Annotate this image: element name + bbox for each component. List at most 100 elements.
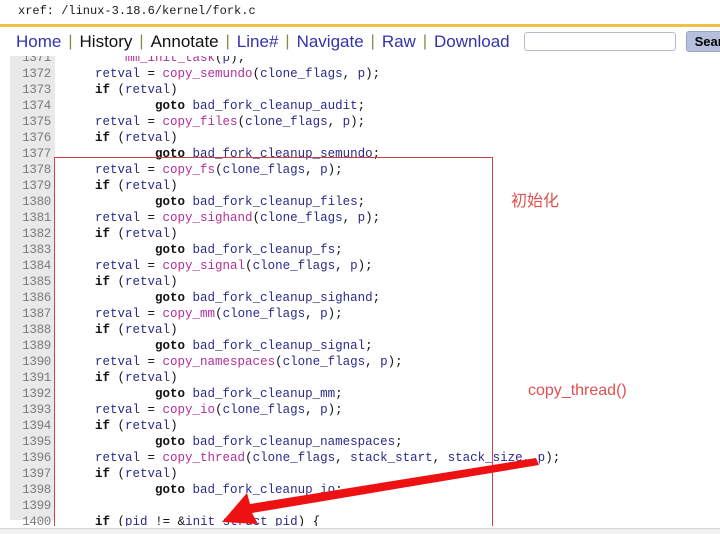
line-number[interactable]: 1371	[10, 56, 55, 66]
code-line-text: if (pid != &init_struct_pid) {	[95, 515, 321, 526]
code-line: 1397 if (retval)	[0, 466, 720, 482]
code-line: 1372 retval = copy_semundo(clone_flags, …	[0, 66, 720, 82]
code-line-text: retval = copy_io(clone_flags, p);	[95, 403, 343, 417]
line-number[interactable]: 1397	[10, 466, 55, 482]
code-line-text: retval = copy_sighand(clone_flags, p);	[95, 211, 381, 225]
code-line-text: goto bad_fork_cleanup_io;	[155, 483, 343, 497]
source-code-viewport: 1371 mm_init_task(p); 1372 retval = copy_…	[0, 56, 720, 526]
code-line-text: retval = copy_namespaces(clone_flags, p)…	[95, 355, 403, 369]
line-number[interactable]: 1399	[10, 498, 55, 514]
code-line: 1387 retval = copy_mm(clone_flags, p);	[0, 306, 720, 322]
line-number[interactable]: 1391	[10, 370, 55, 386]
code-line-text: retval = copy_mm(clone_flags, p);	[95, 307, 343, 321]
menu-item-download[interactable]: Download	[428, 32, 516, 52]
code-line: 1393 retval = copy_io(clone_flags, p);	[0, 402, 720, 418]
code-line: 1389 goto bad_fork_cleanup_signal;	[0, 338, 720, 354]
line-number[interactable]: 1388	[10, 322, 55, 338]
code-line: 1398 goto bad_fork_cleanup_io;	[0, 482, 720, 498]
code-line-text: retval = copy_signal(clone_flags, p);	[95, 259, 373, 273]
line-number[interactable]: 1398	[10, 482, 55, 498]
footer-strip	[0, 528, 720, 534]
line-number[interactable]: 1389	[10, 338, 55, 354]
code-line-text: mm_init_task(p);	[125, 56, 246, 65]
code-line: 1381 retval = copy_sighand(clone_flags, …	[0, 210, 720, 226]
line-number[interactable]: 1377	[10, 146, 55, 162]
menu-item-navigate[interactable]: Navigate	[291, 32, 370, 52]
code-line: 1399	[0, 498, 720, 514]
menu-item-history[interactable]: History	[74, 32, 139, 52]
menu-item-annotate[interactable]: Annotate	[145, 32, 225, 52]
code-line-text: if (retval)	[95, 179, 178, 193]
menu-item-line-number[interactable]: Line#	[231, 32, 285, 52]
line-number[interactable]: 1381	[10, 210, 55, 226]
code-line-text: goto bad_fork_cleanup_sighand;	[155, 291, 381, 305]
code-line-text: goto bad_fork_cleanup_semundo;	[155, 147, 381, 161]
code-line-text: goto bad_fork_cleanup_signal;	[155, 339, 373, 353]
search-button[interactable]: Search	[685, 31, 720, 52]
line-number[interactable]: 1376	[10, 130, 55, 146]
code-line-text: retval = copy_semundo(clone_flags, p);	[95, 67, 381, 81]
code-line: 1373 if (retval)	[0, 82, 720, 98]
line-number[interactable]: 1384	[10, 258, 55, 274]
code-line: 1379 if (retval)	[0, 178, 720, 194]
code-line: 1376 if (retval)	[0, 130, 720, 146]
line-number[interactable]: 1372	[10, 66, 55, 82]
code-line-text: if (retval)	[95, 371, 178, 385]
line-number[interactable]: 1375	[10, 114, 55, 130]
code-line: 1383 goto bad_fork_cleanup_fs;	[0, 242, 720, 258]
code-line-text: if (retval)	[95, 227, 178, 241]
code-line-text: if (retval)	[95, 83, 178, 97]
line-number[interactable]: 1380	[10, 194, 55, 210]
code-line: 1394 if (retval)	[0, 418, 720, 434]
line-number[interactable]: 1382	[10, 226, 55, 242]
code-line-text: retval = copy_thread(clone_flags, stack_…	[95, 451, 561, 465]
line-number[interactable]: 1390	[10, 354, 55, 370]
code-line-text: goto bad_fork_cleanup_files;	[155, 195, 366, 209]
code-line: 1384 retval = copy_signal(clone_flags, p…	[0, 258, 720, 274]
menu-item-raw[interactable]: Raw	[376, 32, 422, 52]
line-number[interactable]: 1395	[10, 434, 55, 450]
line-number[interactable]: 1373	[10, 82, 55, 98]
code-line-text: goto bad_fork_cleanup_mm;	[155, 387, 343, 401]
line-number[interactable]: 1394	[10, 418, 55, 434]
code-line: 1371 mm_init_task(p);	[0, 56, 720, 66]
code-line-text: if (retval)	[95, 275, 178, 289]
search-input[interactable]	[523, 32, 676, 51]
line-number[interactable]: 1383	[10, 242, 55, 258]
line-number[interactable]: 1400	[10, 514, 55, 526]
code-line-text: if (retval)	[95, 419, 178, 433]
xref-path-bar: xref: /linux-3.18.6/kernel/fork.c	[0, 0, 720, 24]
code-line: 1385 if (retval)	[0, 274, 720, 290]
line-number[interactable]: 1387	[10, 306, 55, 322]
xref-path-text: xref: /linux-3.18.6/kernel/fork.c	[18, 4, 256, 18]
code-line: 1374 goto bad_fork_cleanup_audit;	[0, 98, 720, 114]
code-line: 1386 goto bad_fork_cleanup_sighand;	[0, 290, 720, 306]
annotation-initialization-label: 初始化	[511, 193, 560, 210]
code-line: 1388 if (retval)	[0, 322, 720, 338]
code-line-text: if (retval)	[95, 323, 178, 337]
code-line: 1375 retval = copy_files(clone_flags, p)…	[0, 114, 720, 130]
code-line-list: 1371 mm_init_task(p); 1372 retval = copy_…	[0, 56, 720, 526]
code-line: 1390 retval = copy_namespaces(clone_flag…	[0, 354, 720, 370]
code-line-text: goto bad_fork_cleanup_namespaces;	[155, 435, 403, 449]
menu-item-home[interactable]: Home	[10, 32, 67, 52]
code-line: 1377 goto bad_fork_cleanup_semundo;	[0, 146, 720, 162]
code-line: 1378 retval = copy_fs(clone_flags, p);	[0, 162, 720, 178]
line-number[interactable]: 1378	[10, 162, 55, 178]
line-number[interactable]: 1386	[10, 290, 55, 306]
line-number[interactable]: 1392	[10, 386, 55, 402]
line-number[interactable]: 1379	[10, 178, 55, 194]
line-number[interactable]: 1393	[10, 402, 55, 418]
code-line: 1395 goto bad_fork_cleanup_namespaces;	[0, 434, 720, 450]
line-number[interactable]: 1396	[10, 450, 55, 466]
navigation-menu-bar: Home | History | Annotate | Line# | Navi…	[0, 27, 720, 56]
code-line: 1400 if (pid != &init_struct_pid) {	[0, 514, 720, 526]
line-number[interactable]: 1385	[10, 274, 55, 290]
code-line-text: retval = copy_files(clone_flags, p);	[95, 115, 366, 129]
code-line-text: retval = copy_fs(clone_flags, p);	[95, 163, 343, 177]
code-line-text: goto bad_fork_cleanup_fs;	[155, 243, 343, 257]
code-line-text: if (retval)	[95, 131, 178, 145]
code-line: 1380 goto bad_fork_cleanup_files;	[0, 194, 720, 210]
code-line: 1382 if (retval)	[0, 226, 720, 242]
line-number[interactable]: 1374	[10, 98, 55, 114]
